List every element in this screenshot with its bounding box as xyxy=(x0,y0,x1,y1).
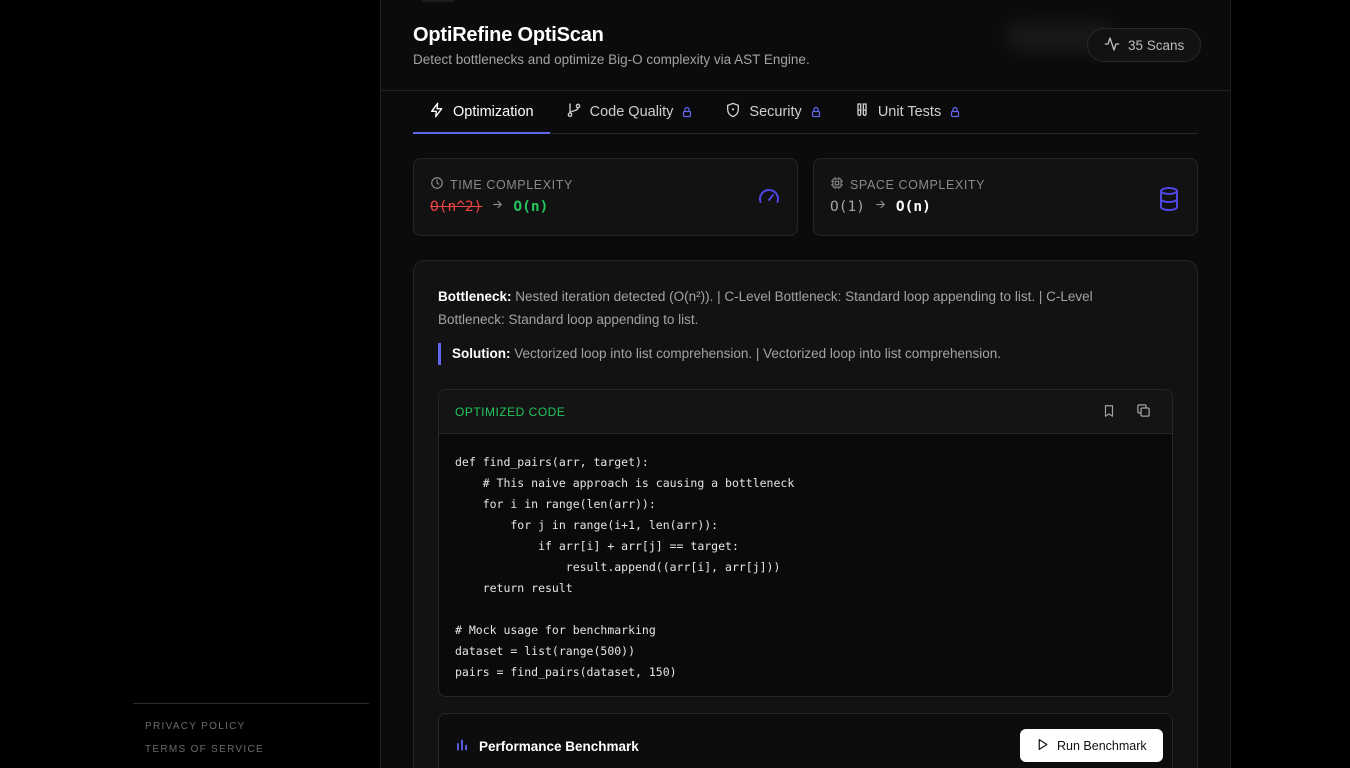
tab-optimization[interactable]: Optimization xyxy=(413,91,550,134)
bar-chart-icon xyxy=(455,738,469,755)
space-complexity-card: SPACE COMPLEXITY O(1) O(n) xyxy=(813,158,1198,236)
page-header: OptiRefine OptiScan Detect bottlenecks a… xyxy=(381,0,1230,91)
git-branch-icon xyxy=(566,102,582,122)
sidebar-footer: PRIVACY POLICY TERMS OF SERVICE xyxy=(133,703,369,767)
shield-icon xyxy=(725,102,741,122)
privacy-policy-link[interactable]: PRIVACY POLICY xyxy=(145,721,369,744)
tab-unit-tests[interactable]: Unit Tests xyxy=(838,91,977,133)
performance-benchmark: Performance Benchmark Run Benchmark xyxy=(438,713,1173,768)
arrow-right-icon xyxy=(874,198,887,215)
page-title: OptiRefine OptiScan xyxy=(413,24,604,46)
tab-label: Unit Tests xyxy=(877,104,942,120)
terms-of-service-link[interactable]: TERMS OF SERVICE xyxy=(145,744,369,767)
label-text: TIME COMPLEXITY xyxy=(450,177,573,192)
gauge-icon xyxy=(757,186,781,215)
tab-code-quality[interactable]: Code Quality xyxy=(550,91,710,133)
time-complexity-before: O(n^2) xyxy=(430,198,483,215)
code-content[interactable]: def find_pairs(arr, target): # This naiv… xyxy=(455,452,794,683)
bolt-icon xyxy=(429,102,445,122)
copy-icon[interactable] xyxy=(1136,403,1151,423)
database-icon xyxy=(1157,186,1181,217)
time-complexity-card: TIME COMPLEXITY O(n^2) O(n) xyxy=(413,158,798,236)
run-benchmark-button[interactable]: Run Benchmark xyxy=(1020,729,1163,762)
tab-label: Optimization xyxy=(453,104,534,120)
analysis-card: Bottleneck: Nested iteration detected (O… xyxy=(413,260,1198,768)
cpu-icon xyxy=(830,176,844,193)
tab-label: Code Quality xyxy=(589,104,674,120)
solution-label: Solution: xyxy=(452,346,511,361)
time-complexity-value: O(n^2) O(n) xyxy=(430,198,548,215)
optimized-code-block: OPTIMIZED CODE def find_pairs(arr, targe… xyxy=(438,389,1173,697)
bottleneck-description: Bottleneck: Nested iteration detected (O… xyxy=(438,285,1128,331)
activity-icon xyxy=(1104,36,1120,55)
sidebar: PRIVACY POLICY TERMS OF SERVICE xyxy=(0,0,380,768)
space-complexity-label: SPACE COMPLEXITY xyxy=(830,176,985,193)
space-complexity-before: O(1) xyxy=(830,198,865,215)
play-icon xyxy=(1036,738,1049,754)
tab-label: Security xyxy=(749,104,802,120)
bottleneck-text: Nested iteration detected (O(n²)). | C-L… xyxy=(438,289,1093,327)
main-panel: OptiRefine OptiScan Detect bottlenecks a… xyxy=(380,0,1231,768)
bookmark-icon[interactable] xyxy=(1102,403,1116,424)
benchmark-heading: Performance Benchmark xyxy=(455,738,639,755)
code-toolbar: OPTIMIZED CODE xyxy=(439,390,1172,434)
space-complexity-after: O(n) xyxy=(895,198,931,215)
solution-text: Vectorized loop into list comprehension.… xyxy=(514,346,1002,361)
arrow-right-icon xyxy=(491,198,504,215)
page-subtitle: Detect bottlenecks and optimize Big-O co… xyxy=(413,52,810,67)
time-complexity-label: TIME COMPLEXITY xyxy=(430,176,573,193)
scans-badge[interactable]: 35 Scans xyxy=(1087,28,1202,62)
lock-icon xyxy=(810,106,822,118)
tab-security[interactable]: Security xyxy=(709,91,837,133)
lock-icon xyxy=(681,106,693,118)
solution-callout: Solution: Vectorized loop into list comp… xyxy=(438,343,1001,365)
code-label: OPTIMIZED CODE xyxy=(455,405,566,419)
bottleneck-label: Bottleneck: xyxy=(438,289,512,304)
test-tubes-icon xyxy=(854,102,870,122)
label-text: SPACE COMPLEXITY xyxy=(850,177,986,192)
tab-bar: Optimization Code Quality Security Unit … xyxy=(413,91,1198,134)
space-complexity-value: O(1) O(n) xyxy=(830,198,931,215)
scans-count: 35 Scans xyxy=(1128,37,1185,53)
run-benchmark-label: Run Benchmark xyxy=(1057,738,1147,753)
lock-icon xyxy=(949,106,961,118)
benchmark-title: Performance Benchmark xyxy=(479,739,639,754)
clock-icon xyxy=(430,176,444,193)
time-complexity-after: O(n) xyxy=(513,198,549,215)
